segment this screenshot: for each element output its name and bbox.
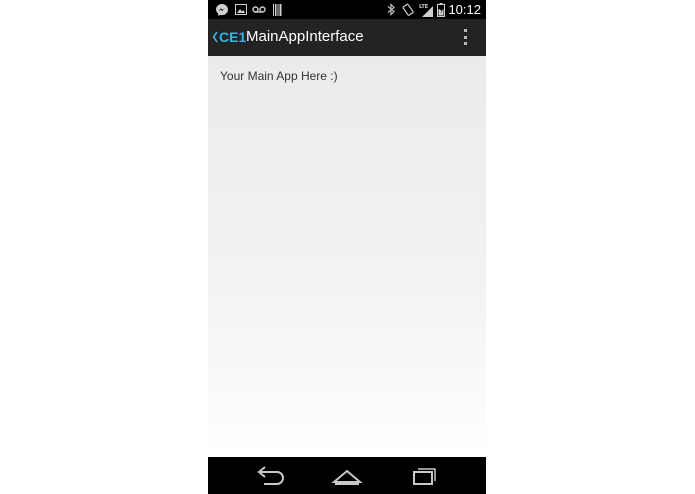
status-bar: LTE 10:12 — [208, 0, 486, 19]
navigation-bar — [208, 457, 486, 494]
menu-dot — [463, 29, 467, 32]
menu-dot — [463, 42, 467, 45]
gallery-icon — [234, 2, 247, 17]
auto-rotate-icon — [401, 2, 415, 17]
messenger-icon — [214, 2, 229, 17]
status-time: 10:12 — [448, 2, 481, 17]
main-content: Your Main App Here :) — [208, 56, 486, 457]
back-icon[interactable] — [251, 463, 291, 489]
barcode-icon — [272, 2, 282, 17]
app-logo[interactable]: CE1 — [219, 28, 246, 46]
recent-apps-icon[interactable] — [404, 463, 444, 489]
menu-dot — [463, 35, 467, 39]
action-bar: CE1 MainAppInterface — [208, 19, 486, 56]
main-app-placeholder-text: Your Main App Here :) — [220, 69, 338, 83]
voicemail-icon — [252, 2, 266, 17]
home-icon[interactable] — [327, 463, 367, 489]
network-type-label: LTE — [419, 4, 429, 10]
page-title: MainAppInterface — [246, 28, 364, 45]
signal-icon: LTE — [419, 2, 433, 17]
battery-icon — [436, 2, 446, 17]
up-chevron-icon[interactable] — [211, 29, 219, 45]
phone-screen: LTE 10:12 CE1 MainAppInterface Your Main… — [208, 0, 486, 494]
bluetooth-icon — [386, 2, 396, 17]
overflow-menu-icon[interactable] — [458, 27, 472, 47]
